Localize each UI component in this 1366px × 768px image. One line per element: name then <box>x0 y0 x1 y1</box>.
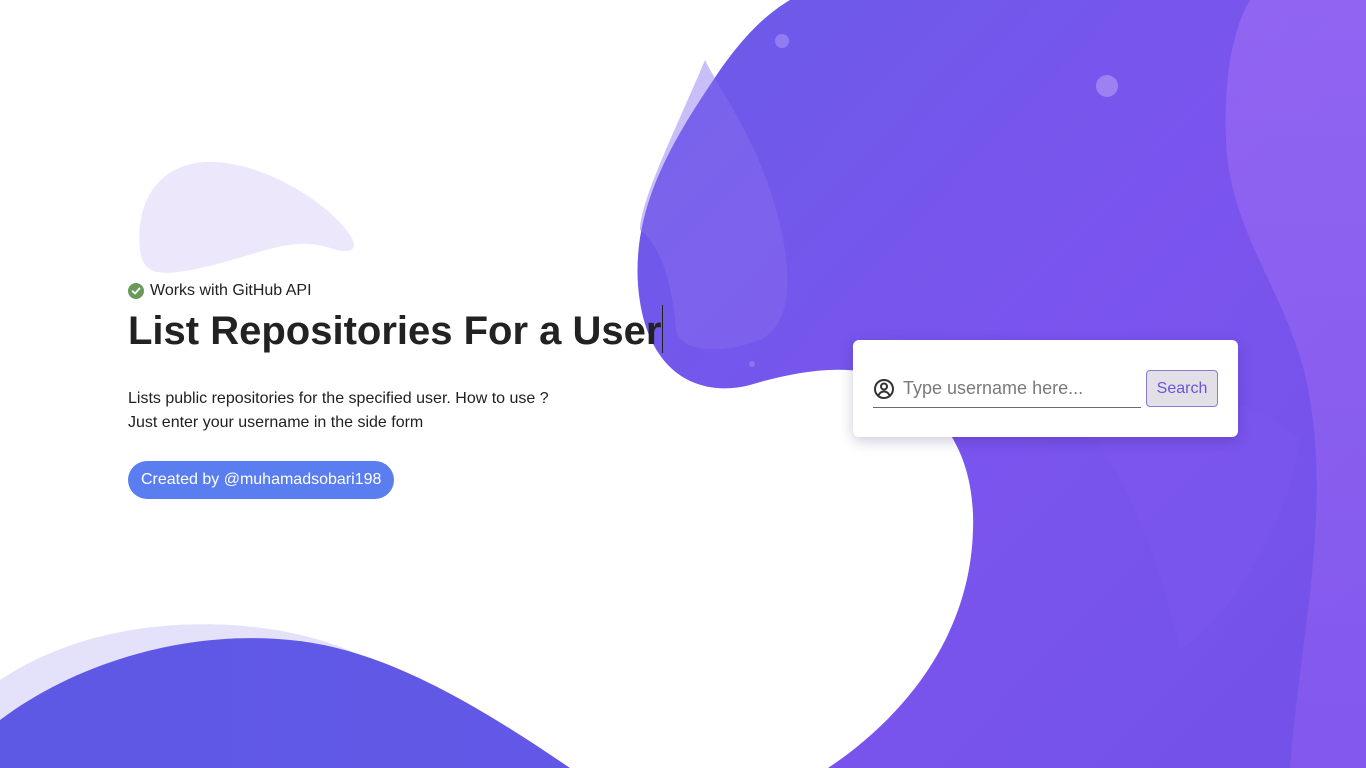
username-input[interactable] <box>903 378 1133 399</box>
hero-section: Works with GitHub API List Repositories … <box>128 280 688 500</box>
description-line-2: Just enter your username in the side for… <box>128 414 424 432</box>
search-button[interactable]: Search <box>1146 370 1218 407</box>
creator-button[interactable]: Created by @muhamadsobari198 <box>128 461 395 500</box>
text-cursor <box>662 305 664 354</box>
username-field[interactable] <box>873 370 1141 408</box>
user-circle-icon <box>873 378 895 400</box>
description-line-1: Lists public repositories for the specif… <box>128 390 549 408</box>
api-badge-text: Works with GitHub API <box>150 282 312 299</box>
page: Works with GitHub API List Repositories … <box>0 0 1366 768</box>
page-title: List Repositories For a User <box>128 305 664 357</box>
page-title-text: List Repositories For a User <box>128 309 662 353</box>
search-card: Search <box>853 340 1238 437</box>
check-circle-icon <box>128 283 144 299</box>
description: Lists public repositories for the specif… <box>128 387 688 435</box>
api-badge: Works with GitHub API <box>128 280 688 302</box>
